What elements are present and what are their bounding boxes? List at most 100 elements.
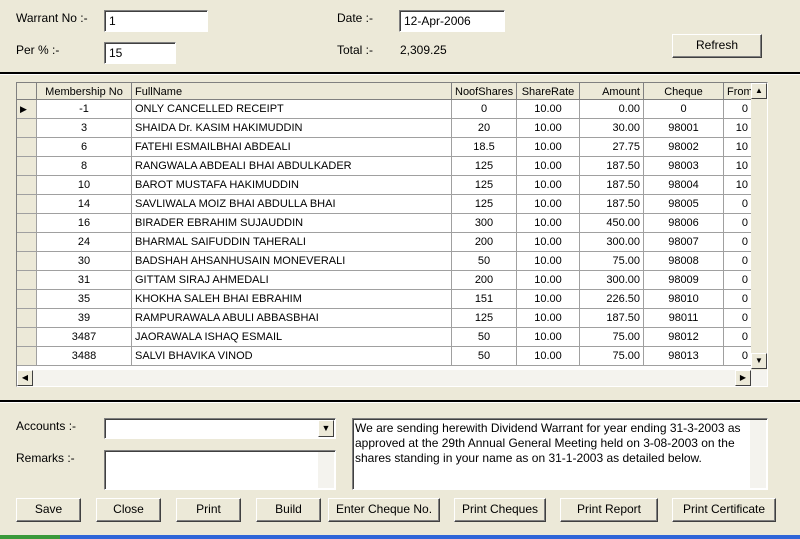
cell-amount[interactable]: 75.00 — [580, 252, 644, 271]
row-selector[interactable] — [17, 271, 37, 290]
cell-cheque[interactable]: 98012 — [644, 328, 724, 347]
table-row[interactable]: 10 BAROT MUSTAFA HAKIMUDDIN 125 10.00 187.50… — [17, 176, 752, 195]
remarks-textarea[interactable] — [104, 450, 336, 490]
cell-fullname[interactable]: KHOKHA SALEH BHAI EBRAHIM — [132, 290, 452, 309]
row-selector[interactable] — [17, 214, 37, 233]
cell-amount[interactable]: 187.50 — [580, 176, 644, 195]
cell-sharerate[interactable]: 10.00 — [517, 100, 580, 119]
cell-noofshares[interactable]: 20 — [452, 119, 517, 138]
scroll-right-button[interactable]: ▶ — [735, 370, 751, 386]
warrant-no-input[interactable]: 1 — [104, 10, 208, 32]
cell-membership-no[interactable]: 30 — [37, 252, 132, 271]
row-selector[interactable] — [17, 176, 37, 195]
enter-cheque-no-button[interactable]: Enter Cheque No. — [328, 498, 440, 522]
cell-noofshares[interactable]: 125 — [452, 309, 517, 328]
cell-amount[interactable]: 187.50 — [580, 195, 644, 214]
cell-fullname[interactable]: GITTAM SIRAJ AHMEDALI — [132, 271, 452, 290]
cell-from[interactable]: 0 — [724, 328, 752, 347]
cell-cheque[interactable]: 98013 — [644, 347, 724, 366]
table-row[interactable]: 24 BHARMAL SAIFUDDIN TAHERALI 200 10.00 300.… — [17, 233, 752, 252]
warrant-grid[interactable]: Membership No FullName NoofShares ShareR… — [16, 82, 768, 387]
cell-from[interactable]: 0 — [724, 100, 752, 119]
cell-sharerate[interactable]: 10.00 — [517, 233, 580, 252]
cell-noofshares[interactable]: 50 — [452, 328, 517, 347]
cell-sharerate[interactable]: 10.00 — [517, 271, 580, 290]
cell-membership-no[interactable]: 10 — [37, 176, 132, 195]
cell-amount[interactable]: 300.00 — [580, 233, 644, 252]
col-sharerate[interactable]: ShareRate — [517, 83, 580, 100]
cell-sharerate[interactable]: 10.00 — [517, 347, 580, 366]
cell-cheque[interactable]: 98007 — [644, 233, 724, 252]
cell-noofshares[interactable]: 50 — [452, 252, 517, 271]
cell-membership-no[interactable]: 14 — [37, 195, 132, 214]
table-row[interactable]: 3 SHAIDA Dr. KASIM HAKIMUDDIN 20 10.00 30.00… — [17, 119, 752, 138]
cell-noofshares[interactable]: 125 — [452, 157, 517, 176]
cell-sharerate[interactable]: 10.00 — [517, 290, 580, 309]
cell-membership-no[interactable]: 8 — [37, 157, 132, 176]
col-membership-no[interactable]: Membership No — [37, 83, 132, 100]
cell-amount[interactable]: 226.50 — [580, 290, 644, 309]
col-cheque[interactable]: Cheque — [644, 83, 724, 100]
cell-noofshares[interactable]: 151 — [452, 290, 517, 309]
save-button[interactable]: Save — [16, 498, 81, 522]
table-row[interactable]: 3488 SALVI BHAVIKA VINOD 50 10.00 75.00 98013… — [17, 347, 752, 366]
cell-sharerate[interactable]: 10.00 — [517, 119, 580, 138]
accounts-select[interactable]: ▼ — [104, 418, 336, 439]
cell-fullname[interactable]: RANGWALA ABDEALI BHAI ABDULKADER — [132, 157, 452, 176]
row-selector[interactable] — [17, 309, 37, 328]
cell-fullname[interactable]: JAORAWALA ISHAQ ESMAIL — [132, 328, 452, 347]
close-button[interactable]: Close — [96, 498, 161, 522]
cell-noofshares[interactable]: 18.5 — [452, 138, 517, 157]
build-button[interactable]: Build — [256, 498, 321, 522]
cell-membership-no[interactable]: 6 — [37, 138, 132, 157]
cell-cheque[interactable]: 98010 — [644, 290, 724, 309]
table-row[interactable]: 8 RANGWALA ABDEALI BHAI ABDULKADER 125 10.0… — [17, 157, 752, 176]
cell-amount[interactable]: 27.75 — [580, 138, 644, 157]
cell-from[interactable]: 0 — [724, 347, 752, 366]
cell-noofshares[interactable]: 125 — [452, 176, 517, 195]
cell-fullname[interactable]: BHARMAL SAIFUDDIN TAHERALI — [132, 233, 452, 252]
cell-sharerate[interactable]: 10.00 — [517, 157, 580, 176]
row-selector[interactable]: ▶ — [17, 100, 37, 119]
cell-membership-no[interactable]: 3488 — [37, 347, 132, 366]
cell-amount[interactable]: 0.00 — [580, 100, 644, 119]
row-selector[interactable] — [17, 119, 37, 138]
table-row[interactable]: 31 GITTAM SIRAJ AHMEDALI 200 10.00 300.00 980… — [17, 271, 752, 290]
cell-sharerate[interactable]: 10.00 — [517, 309, 580, 328]
vertical-scrollbar[interactable]: ▲ ▼ — [751, 83, 767, 370]
cell-amount[interactable]: 75.00 — [580, 347, 644, 366]
cell-membership-no[interactable]: -1 — [37, 100, 132, 119]
cell-from[interactable]: 0 — [724, 290, 752, 309]
row-selector[interactable] — [17, 252, 37, 271]
cell-sharerate[interactable]: 10.00 — [517, 138, 580, 157]
dropdown-arrow-icon[interactable]: ▼ — [318, 420, 334, 437]
table-row[interactable]: 30 BADSHAH AHSANHUSAIN MONEVERALI 50 10.00 7… — [17, 252, 752, 271]
table-row[interactable]: 35 KHOKHA SALEH BHAI EBRAHIM 151 10.00 226.5… — [17, 290, 752, 309]
cell-sharerate[interactable]: 10.00 — [517, 328, 580, 347]
cell-cheque[interactable]: 0 — [644, 100, 724, 119]
cell-from[interactable]: 10 — [724, 176, 752, 195]
row-selector[interactable] — [17, 347, 37, 366]
cell-sharerate[interactable]: 10.00 — [517, 176, 580, 195]
cell-fullname[interactable]: RAMPURAWALA ABULI ABBASBHAI — [132, 309, 452, 328]
cell-amount[interactable]: 30.00 — [580, 119, 644, 138]
cell-fullname[interactable]: FATEHI ESMAILBHAI ABDEALI — [132, 138, 452, 157]
cell-fullname[interactable]: SALVI BHAVIKA VINOD — [132, 347, 452, 366]
table-row[interactable]: 16 BIRADER EBRAHIM SUJAUDDIN 300 10.00 450.0… — [17, 214, 752, 233]
message-scrollbar[interactable] — [750, 420, 766, 488]
row-selector[interactable] — [17, 328, 37, 347]
cell-cheque[interactable]: 98005 — [644, 195, 724, 214]
cell-noofshares[interactable]: 125 — [452, 195, 517, 214]
cell-noofshares[interactable]: 0 — [452, 100, 517, 119]
cell-fullname[interactable]: ONLY CANCELLED RECEIPT — [132, 100, 452, 119]
table-row[interactable]: 6 FATEHI ESMAILBHAI ABDEALI 18.5 10.00 27.75… — [17, 138, 752, 157]
cell-cheque[interactable]: 98002 — [644, 138, 724, 157]
cell-sharerate[interactable]: 10.00 — [517, 214, 580, 233]
cell-from[interactable]: 0 — [724, 233, 752, 252]
cell-membership-no[interactable]: 35 — [37, 290, 132, 309]
cell-cheque[interactable]: 98003 — [644, 157, 724, 176]
cell-fullname[interactable]: SHAIDA Dr. KASIM HAKIMUDDIN — [132, 119, 452, 138]
cell-membership-no[interactable]: 3 — [37, 119, 132, 138]
scroll-left-button[interactable]: ◀ — [17, 370, 33, 386]
cell-membership-no[interactable]: 16 — [37, 214, 132, 233]
